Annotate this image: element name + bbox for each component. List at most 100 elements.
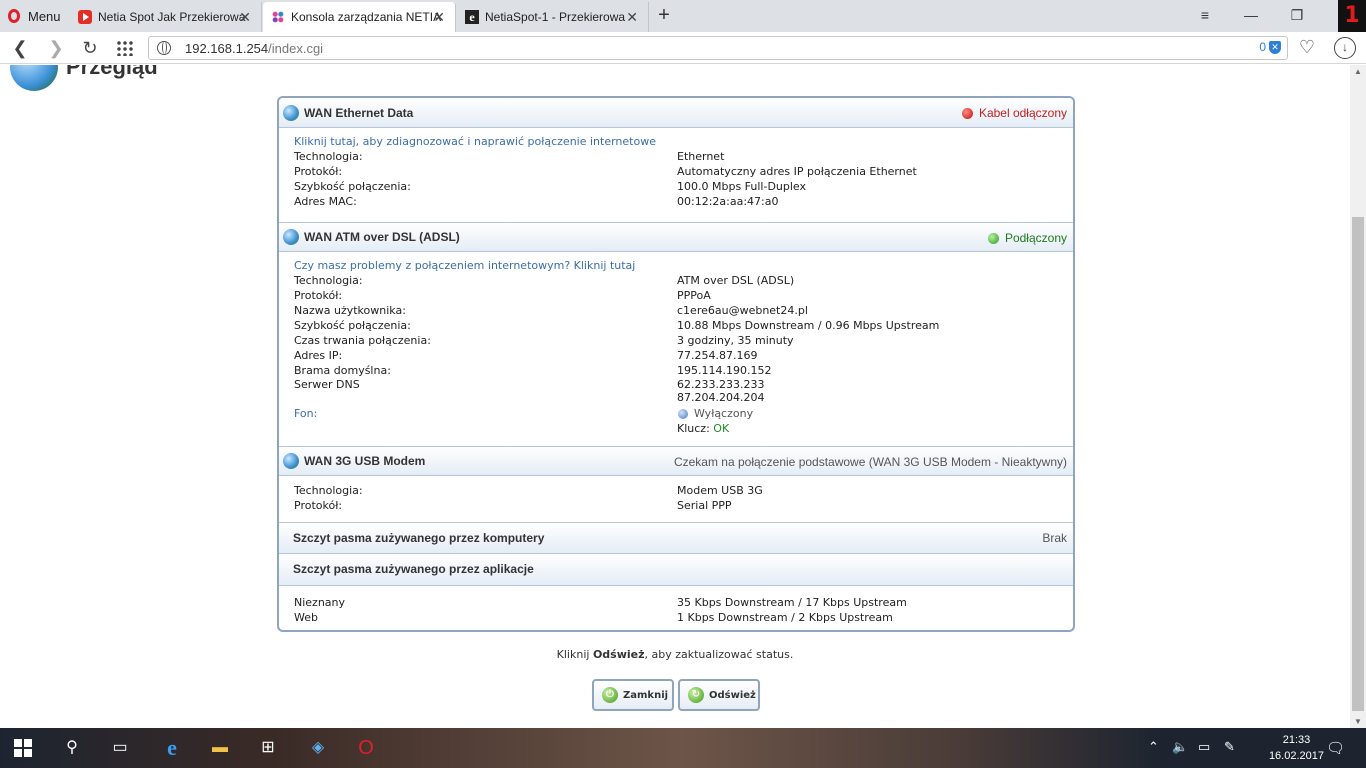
scroll-down-icon[interactable]: ▼	[1354, 717, 1362, 726]
new-tab-button[interactable]: +	[652, 4, 676, 28]
dns-primary: 62.233.233.233	[677, 378, 765, 391]
vertical-scrollbar[interactable]: ▲ ▼	[1350, 65, 1366, 728]
dns-row: Serwer DNS 62.233.233.233 87.204.204.204	[294, 378, 1059, 404]
windows-start-icon[interactable]	[14, 739, 32, 757]
detail-value: Serial PPP	[677, 499, 732, 512]
fon-label[interactable]: Fon:	[294, 406, 678, 421]
scroll-up-icon[interactable]: ▲	[1354, 67, 1362, 76]
notification-badge[interactable]: 1	[1338, 0, 1366, 32]
tab-netia-console[interactable]: Konsola zarządzania NETIA ✕	[263, 2, 456, 32]
status-text: Podłączony	[1004, 231, 1067, 245]
tab-title: NetiaSpot-1 - Przekierowa	[485, 10, 626, 24]
network-app-icon[interactable]: ◈	[306, 736, 330, 760]
detail-row: Szybkość połączenia: 10.88 Mbps Downstrea…	[294, 318, 1059, 333]
store-icon[interactable]: ⊞	[256, 736, 280, 760]
close-tab-icon[interactable]: ✕	[239, 9, 251, 26]
notification-center-icon[interactable]: 🗨	[1326, 739, 1345, 757]
volume-icon[interactable]: 🔈	[1172, 739, 1188, 755]
detail-value: 00:12:2a:aa:47:a0	[677, 195, 779, 208]
key-ok: OK	[713, 422, 730, 435]
detail-row: Adres MAC: 00:12:2a:aa:47:a0	[294, 194, 1059, 209]
page-title: Przegląd	[66, 65, 158, 79]
heart-icon[interactable]: ♡	[1296, 36, 1318, 58]
tab-menu-icon[interactable]: ≡	[1182, 0, 1228, 32]
refresh-button[interactable]: ↻ Odśwież	[678, 679, 760, 711]
hint-text: , aby zaktualizować status.	[644, 648, 794, 661]
refresh-button-label: Odśwież	[709, 689, 756, 701]
detail-row: Technologia: ATM over DSL (ADSL)	[294, 273, 1059, 288]
page-header: Przegląd	[10, 65, 158, 91]
section-title: WAN Ethernet Data	[304, 105, 414, 120]
detail-row: Nazwa użytkownika: c1ere6au@webnet24.pl	[294, 303, 1059, 318]
reload-icon[interactable]: ↻	[78, 36, 102, 60]
detail-label: Szybkość połączenia:	[294, 319, 411, 332]
detail-value: PPPoA	[677, 289, 711, 302]
network-icon[interactable]: ▭	[1198, 739, 1210, 755]
page-content: Przegląd WAN Ethernet Data Kabel odłączo…	[0, 65, 1350, 728]
detail-value: 100.0 Mbps Full-Duplex	[677, 180, 807, 193]
edge-icon[interactable]: e	[160, 736, 184, 760]
connection-status: Kabel odłączony	[961, 106, 1067, 120]
detail-value: 3 godziny, 35 minuty	[677, 334, 794, 347]
url-host: 192.168.1.254	[185, 41, 269, 56]
scrollbar-thumb[interactable]	[1352, 217, 1364, 711]
green-status-dot-icon	[987, 232, 999, 244]
wan-adsl-body: Czy masz problemy z połączeniem internet…	[279, 252, 1073, 446]
task-view-icon[interactable]: ▭	[108, 736, 132, 760]
detail-row: Czas trwania połączenia: 3 godziny, 35 mi…	[294, 333, 1059, 348]
close-tab-icon[interactable]: ✕	[433, 9, 445, 26]
detail-label: Adres IP:	[294, 349, 343, 362]
status-text: Kabel odłączony	[978, 106, 1067, 120]
opera-menu-button[interactable]: Menu	[0, 0, 70, 32]
diagnose-link[interactable]: Kliknij tutaj, aby zdiagnozować i napraw…	[294, 134, 1059, 149]
detail-label: Technologia:	[294, 484, 363, 497]
hint-text: Kliknij	[556, 648, 593, 661]
forward-icon[interactable]: ❯	[44, 36, 68, 60]
overview-globe-icon	[10, 65, 58, 91]
url-path: /index.cgi	[268, 41, 324, 56]
clock[interactable]: 21:33 16.02.2017	[1269, 732, 1324, 764]
speed-dial-icon[interactable]	[116, 40, 134, 56]
close-button[interactable]: ⏻ Zamknij	[592, 679, 674, 711]
detail-row: Adres IP: 77.254.87.169	[294, 348, 1059, 363]
file-explorer-icon[interactable]: ▬	[208, 736, 232, 760]
detail-value: Modem USB 3G	[677, 484, 763, 497]
app-usage: 1 Kbps Downstream / 2 Kbps Upstream	[677, 611, 893, 624]
tab-netiaspot[interactable]: e NetiaSpot-1 - Przekierowa ✕	[457, 2, 649, 32]
section-title: Szczyt pasma zużywanego przez komputery	[293, 531, 545, 545]
close-tab-icon[interactable]: ✕	[626, 9, 638, 26]
restore-button[interactable]: ❐	[1274, 0, 1320, 32]
url-field[interactable]: 192.168.1.254/index.cgi 0 ✕	[148, 36, 1288, 60]
download-icon[interactable]: ↓	[1334, 37, 1356, 59]
detail-label: Szybkość połączenia:	[294, 180, 411, 193]
peak-computers-value: Brak	[1042, 531, 1067, 545]
tab-youtube[interactable]: Netia Spot Jak Przekierowa ✕	[70, 2, 262, 32]
tray-chevron-icon[interactable]: ⌃	[1148, 739, 1159, 755]
detail-label: Czas trwania połączenia:	[294, 334, 431, 347]
peak-apps-body: Nieznany 35 Kbps Downstream / 17 Kbps Ups…	[279, 586, 1073, 630]
search-icon[interactable]: ⚲	[60, 736, 84, 760]
minimize-button[interactable]: —	[1228, 0, 1274, 32]
adblock-indicator[interactable]: 0 ✕	[1259, 40, 1281, 54]
app-row: Nieznany 35 Kbps Downstream / 17 Kbps Ups…	[294, 595, 1059, 610]
pen-icon[interactable]: ✎	[1224, 739, 1235, 755]
wan-3g-header: WAN 3G USB Modem Czekam na połączenie po…	[279, 446, 1073, 476]
app-name: Nieznany	[294, 596, 346, 609]
opera-icon[interactable]: O	[354, 736, 378, 760]
menu-label: Menu	[28, 8, 61, 24]
back-icon[interactable]: ❮	[8, 36, 32, 60]
fon-status: Wyłączony	[678, 406, 1059, 421]
globe-icon	[157, 41, 171, 55]
globe-icon	[283, 453, 299, 469]
fon-status-text: Wyłączony	[694, 407, 754, 420]
detail-label: Adres MAC:	[294, 195, 357, 208]
wan-ethernet-header: WAN Ethernet Data Kabel odłączony	[279, 98, 1073, 128]
key-label: Klucz:	[677, 422, 710, 435]
troubleshoot-link[interactable]: Czy masz problemy z połączeniem internet…	[294, 258, 1059, 273]
detail-value: Ethernet	[677, 150, 725, 163]
key-value: Klucz: OK	[677, 421, 1059, 436]
hint-bold: Odśwież	[592, 648, 645, 661]
clock-time: 21:33	[1282, 734, 1311, 746]
clock-date: 16.02.2017	[1268, 750, 1324, 762]
app-usage: 35 Kbps Downstream / 17 Kbps Upstream	[677, 596, 907, 609]
